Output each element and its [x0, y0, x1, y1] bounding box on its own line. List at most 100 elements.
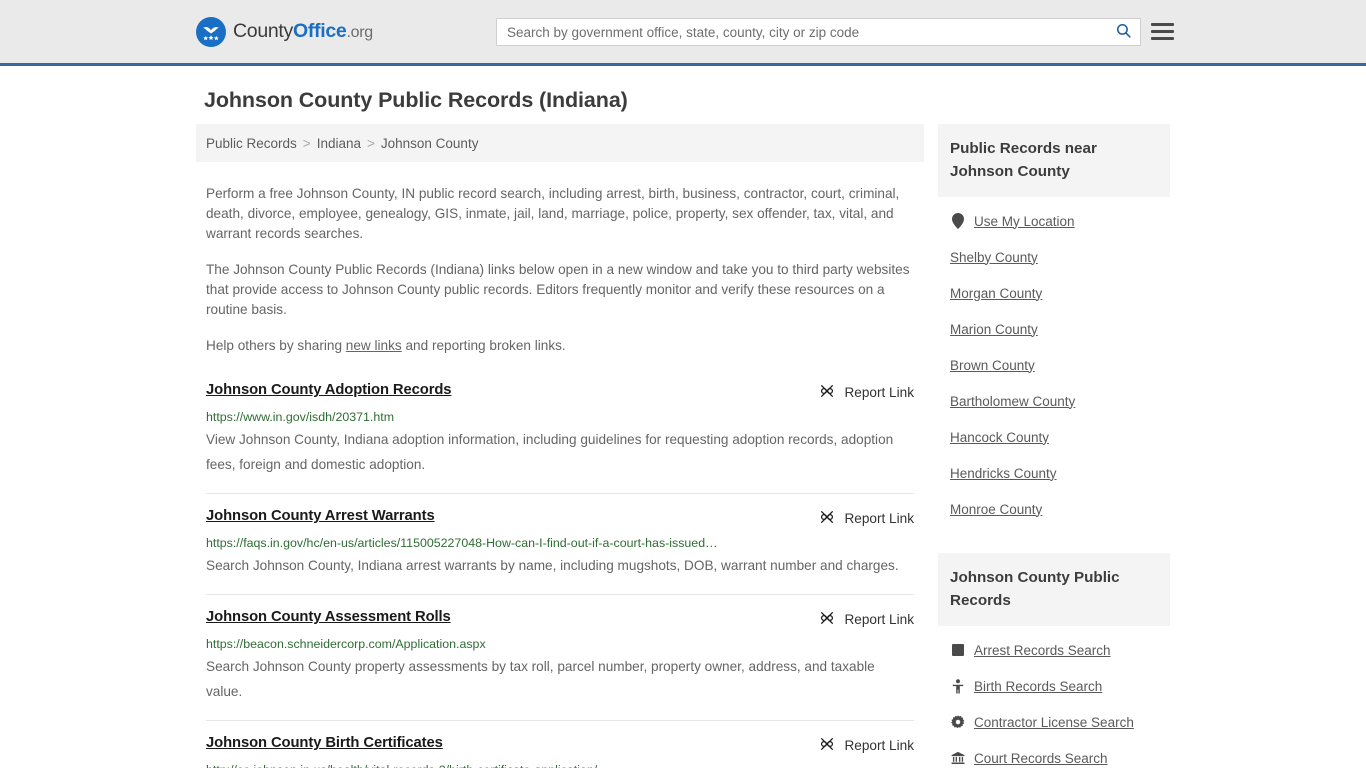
intro-paragraph-1: Perform a free Johnson County, IN public… [206, 186, 900, 241]
record-description: View Johnson County, Indiana adoption in… [206, 432, 894, 472]
record-item: Johnson County Adoption Records Report L… [206, 378, 914, 493]
sidebar: Public Records near Johnson County Use M… [938, 124, 1170, 768]
sidebar-link-label[interactable]: Hendricks County [950, 466, 1057, 481]
baby-icon [950, 678, 965, 694]
sidebar-item-shelby-county[interactable]: Shelby County [950, 239, 1158, 275]
sidebar-item-arrest-records-search[interactable]: Arrest Records Search [950, 632, 1158, 668]
sidebar-item-hancock-county[interactable]: Hancock County [950, 419, 1158, 455]
breadcrumb-item-indiana[interactable]: Indiana [317, 136, 361, 151]
site-logo[interactable]: CountyOffice.org [196, 16, 373, 47]
eagle-shield-icon [196, 16, 226, 47]
logo-text-county: County [233, 20, 293, 42]
sidebar-item-marion-county[interactable]: Marion County [950, 311, 1158, 347]
record-title-link[interactable]: Johnson County Birth Certificates [206, 735, 443, 751]
record-header: Johnson County Assessment Rolls Report L… [206, 609, 914, 629]
courthouse-icon [950, 751, 965, 765]
record-url[interactable]: https://beacon.schneidercorp.com/Applica… [206, 637, 826, 651]
search-icon [1115, 22, 1132, 42]
search-bar [496, 18, 1141, 46]
gear-icon [950, 715, 965, 729]
sidebar-link-label[interactable]: Shelby County [950, 250, 1038, 265]
breadcrumb-item-public-records[interactable]: Public Records [206, 136, 297, 151]
sidebar-item-court-records-search[interactable]: Court Records Search [950, 740, 1158, 768]
record-item: Johnson County Assessment Rolls Report L… [206, 594, 914, 720]
sidebar-link-label[interactable]: Bartholomew County [950, 394, 1075, 409]
record-list: Johnson County Adoption Records Report L… [196, 378, 924, 768]
search-input[interactable] [497, 19, 1106, 45]
intro-paragraph-2: The Johnson County Public Records (India… [206, 262, 910, 317]
sidebar-link-label[interactable]: Arrest Records Search [974, 643, 1111, 658]
breadcrumb-item-johnson-county: Johnson County [380, 135, 479, 151]
panel-title: Public Records near Johnson County [938, 124, 1170, 197]
sidebar-link-label[interactable]: Brown County [950, 358, 1035, 373]
record-header: Johnson County Adoption Records Report L… [206, 382, 914, 402]
broken-link-icon [819, 736, 835, 755]
report-link-button[interactable]: Report Link [819, 610, 914, 629]
record-url[interactable]: https://www.in.gov/isdh/20371.htm [206, 410, 826, 424]
main-content: Public Records > Indiana > Johnson Count… [196, 124, 924, 768]
record-description: Search Johnson County property assessmen… [206, 659, 875, 699]
sidebar-link-label[interactable]: Contractor License Search [974, 715, 1134, 730]
intro-text-before: Help others by sharing [206, 338, 346, 353]
record-url[interactable]: https://faqs.in.gov/hc/en-us/articles/11… [206, 536, 826, 550]
breadcrumb-separator: > [302, 135, 311, 151]
report-link-label: Report Link [844, 738, 914, 753]
sidebar-item-contractor-license-search[interactable]: Contractor License Search [950, 704, 1158, 740]
records-search-list: Arrest Records Search Birth Records Sear… [938, 626, 1170, 768]
record-title-link[interactable]: Johnson County Arrest Warrants [206, 508, 435, 524]
panel-public-records-nearby: Public Records near Johnson County Use M… [938, 124, 1170, 527]
page-title: Johnson County Public Records (Indiana) [204, 88, 628, 112]
search-button[interactable] [1106, 19, 1140, 45]
square-icon [950, 644, 965, 656]
record-header: Johnson County Birth Certificates Report… [206, 735, 914, 755]
broken-link-icon [819, 383, 835, 402]
panel-johnson-county-public-records: Johnson County Public Records Arrest Rec… [938, 553, 1170, 768]
record-description: Search Johnson County, Indiana arrest wa… [206, 558, 899, 573]
breadcrumb-separator: > [366, 135, 375, 151]
intro-paragraph-3: Help others by sharing new links and rep… [206, 336, 914, 356]
nearby-county-list: Use My Location Shelby County Morgan Cou… [938, 197, 1170, 527]
menu-bar-1 [1151, 22, 1174, 26]
sidebar-item-birth-records-search[interactable]: Birth Records Search [950, 668, 1158, 704]
report-link-button[interactable]: Report Link [819, 383, 914, 402]
menu-bar-3 [1151, 36, 1174, 40]
broken-link-icon [819, 509, 835, 528]
report-link-button[interactable]: Report Link [819, 736, 914, 755]
sidebar-link-label[interactable]: Marion County [950, 322, 1038, 337]
report-link-label: Report Link [844, 511, 914, 526]
logo-text-office: Office [293, 20, 347, 42]
record-item: Johnson County Birth Certificates Report… [206, 720, 914, 768]
intro-section: Perform a free Johnson County, IN public… [196, 184, 924, 356]
menu-bar-2 [1151, 29, 1174, 33]
sidebar-link-label[interactable]: Birth Records Search [974, 679, 1102, 694]
sidebar-link-label[interactable]: Morgan County [950, 286, 1042, 301]
new-links-link[interactable]: new links [346, 338, 402, 353]
sidebar-item-brown-county[interactable]: Brown County [950, 347, 1158, 383]
intro-text-after: and reporting broken links. [401, 338, 566, 353]
sidebar-item-morgan-county[interactable]: Morgan County [950, 275, 1158, 311]
record-title-link[interactable]: Johnson County Adoption Records [206, 382, 452, 398]
sidebar-link-label[interactable]: Use My Location [974, 214, 1075, 229]
sidebar-link-label[interactable]: Monroe County [950, 502, 1042, 517]
sidebar-item-use-my-location[interactable]: Use My Location [950, 203, 1158, 239]
sidebar-link-label[interactable]: Hancock County [950, 430, 1049, 445]
breadcrumb: Public Records > Indiana > Johnson Count… [196, 124, 924, 162]
report-link-button[interactable]: Report Link [819, 509, 914, 528]
record-url[interactable]: http://co.johnson.in.us/health/vital-rec… [206, 763, 826, 768]
report-link-label: Report Link [844, 385, 914, 400]
sidebar-item-bartholomew-county[interactable]: Bartholomew County [950, 383, 1158, 419]
record-title-link[interactable]: Johnson County Assessment Rolls [206, 609, 451, 625]
map-pin-icon [950, 213, 965, 229]
logo-wordmark: CountyOffice.org [233, 20, 373, 43]
site-header: CountyOffice.org [0, 0, 1366, 66]
panel-title: Johnson County Public Records [938, 553, 1170, 626]
logo-text-org: .org [346, 24, 373, 41]
record-header: Johnson County Arrest Warrants Report Li… [206, 508, 914, 528]
report-link-label: Report Link [844, 612, 914, 627]
hamburger-menu-icon[interactable] [1151, 18, 1175, 44]
sidebar-item-hendricks-county[interactable]: Hendricks County [950, 455, 1158, 491]
sidebar-item-monroe-county[interactable]: Monroe County [950, 491, 1158, 527]
record-item: Johnson County Arrest Warrants Report Li… [206, 493, 914, 594]
broken-link-icon [819, 610, 835, 629]
sidebar-link-label[interactable]: Court Records Search [974, 751, 1108, 766]
